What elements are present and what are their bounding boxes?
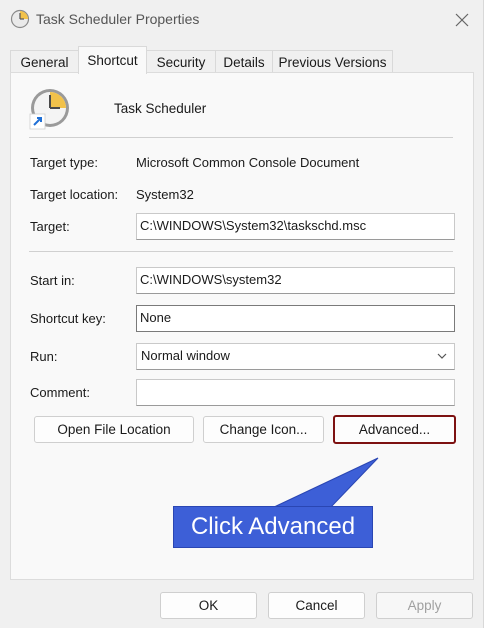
properties-window: Task Scheduler Properties General Shortc…: [0, 0, 484, 628]
target-type-value: Microsoft Common Console Document: [136, 155, 360, 170]
app-name: Task Scheduler: [114, 101, 207, 116]
open-file-location-button[interactable]: Open File Location: [34, 416, 194, 443]
close-icon: [455, 13, 469, 27]
separator: [29, 251, 453, 252]
run-label: Run:: [30, 349, 58, 364]
task-scheduler-clock-icon: [29, 89, 69, 130]
comment-label: Comment:: [30, 385, 90, 400]
callout-box: Click Advanced: [173, 506, 373, 548]
tab-previous-versions[interactable]: Previous Versions: [272, 50, 393, 73]
comment-input[interactable]: [136, 379, 455, 406]
apply-button[interactable]: Apply: [376, 592, 473, 619]
tab-general[interactable]: General: [10, 50, 79, 73]
target-input[interactable]: C:\WINDOWS\System32\taskschd.msc: [136, 213, 455, 240]
title-bar: Task Scheduler Properties: [0, 0, 484, 40]
shortcut-panel: Task Scheduler Target type: Microsoft Co…: [10, 72, 474, 580]
separator: [29, 137, 453, 138]
advanced-button[interactable]: Advanced...: [333, 415, 456, 444]
close-button[interactable]: [448, 6, 476, 34]
target-type-label: Target type:: [30, 155, 98, 170]
cancel-button[interactable]: Cancel: [268, 592, 365, 619]
run-select-value: Normal window: [141, 348, 230, 363]
change-icon-button[interactable]: Change Icon...: [203, 416, 324, 443]
callout-text: Click Advanced: [190, 513, 356, 540]
tab-shortcut[interactable]: Shortcut: [78, 46, 147, 74]
start-in-label: Start in:: [30, 273, 75, 288]
ok-button[interactable]: OK: [160, 592, 257, 619]
shortcut-key-input[interactable]: None: [136, 305, 455, 332]
task-scheduler-icon: [10, 9, 30, 29]
target-location-label: Target location:: [30, 187, 119, 202]
target-location-value: System32: [136, 187, 194, 202]
chevron-down-icon: [437, 353, 447, 359]
shortcut-key-label: Shortcut key:: [30, 311, 106, 326]
tab-security[interactable]: Security: [146, 50, 216, 73]
run-select[interactable]: Normal window: [136, 343, 455, 370]
tab-details[interactable]: Details: [215, 50, 273, 73]
start-in-input[interactable]: C:\WINDOWS\system32: [136, 267, 455, 294]
target-label: Target:: [30, 219, 70, 234]
window-title: Task Scheduler Properties: [36, 11, 200, 27]
